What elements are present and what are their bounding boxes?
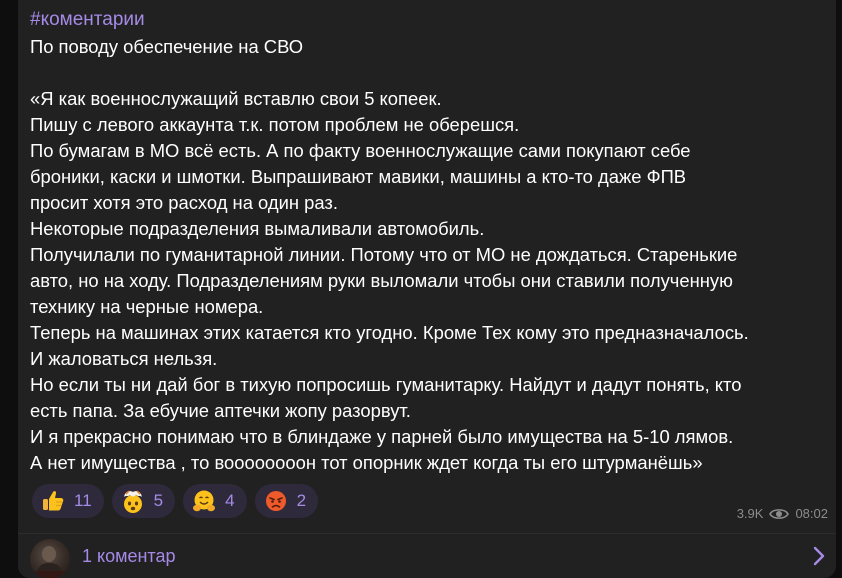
reaction-count: 2 — [296, 491, 307, 510]
message-line: просит хотя это расход на один раз. — [30, 192, 338, 213]
reactions-bar: 11 5 4 2 — [32, 484, 319, 518]
message-line: «Я как военнослужащий вставлю свои 5 коп… — [30, 88, 442, 109]
message-line: И я прекрасно понимаю что в блиндаже у п… — [30, 426, 734, 447]
message-line: есть папа. За ебучие аптечки жопу разорв… — [30, 400, 411, 421]
chevron-right-icon — [812, 546, 826, 571]
timestamp: 08:02 — [795, 506, 828, 521]
reaction-count: 4 — [225, 491, 235, 510]
angry-face-icon — [263, 488, 289, 514]
message-line: Но если ты ни дай бог в тихую попросишь … — [30, 374, 742, 395]
message-line: Теперь на машинах этих катается кто угод… — [30, 322, 749, 343]
thumbs-up-icon — [40, 488, 66, 514]
hashtag-link[interactable]: #коментарии — [30, 8, 145, 32]
eye-icon — [769, 507, 790, 521]
message-line: Получилали по гуманитарной линии. Потому… — [30, 244, 738, 265]
hugging-face-icon — [191, 488, 217, 514]
message-line: И жаловаться нельзя. — [30, 348, 218, 369]
chat-background: #коментарии По поводу обеспечение на СВО… — [0, 0, 842, 578]
exploding-head-icon — [120, 488, 146, 514]
message-line: По бумагам в МО всё есть. А по факту вое… — [30, 140, 691, 161]
message-line: А нет имущества , то воооооооон тот опор… — [30, 452, 703, 473]
comments-count-label: 1 коментар — [82, 546, 176, 566]
reaction-angry-face[interactable]: 2 — [254, 484, 319, 518]
view-count: 3.9K — [736, 506, 764, 521]
message-line: Некоторые подразделения вымаливали автом… — [30, 218, 485, 239]
message-text: По поводу обеспечение на СВО «Я как воен… — [30, 34, 830, 476]
reaction-count: 5 — [153, 491, 164, 510]
reaction-thumbs-up[interactable]: 11 — [32, 484, 104, 518]
channel-post: #коментарии По поводу обеспечение на СВО… — [18, 0, 836, 578]
message-line: Пишу с левого аккаунта т.к. потом пробле… — [30, 114, 520, 135]
comments-button[interactable]: 1 коментар — [18, 534, 836, 578]
post-title: По поводу обеспечение на СВО — [30, 36, 304, 57]
message-line: технику на черные номера. — [30, 296, 264, 317]
reaction-hugging-face[interactable]: 4 — [183, 484, 247, 518]
reaction-exploding-head[interactable]: 5 — [111, 484, 176, 518]
avatar — [30, 539, 70, 578]
message-meta: 3.9K 08:02 — [737, 506, 828, 521]
message-line: авто, но на ходу. Подразделениям руки вы… — [30, 270, 733, 291]
reaction-count: 11 — [74, 491, 92, 510]
message-line: броники, каски и шмотки. Выпрашивают мав… — [30, 166, 687, 187]
